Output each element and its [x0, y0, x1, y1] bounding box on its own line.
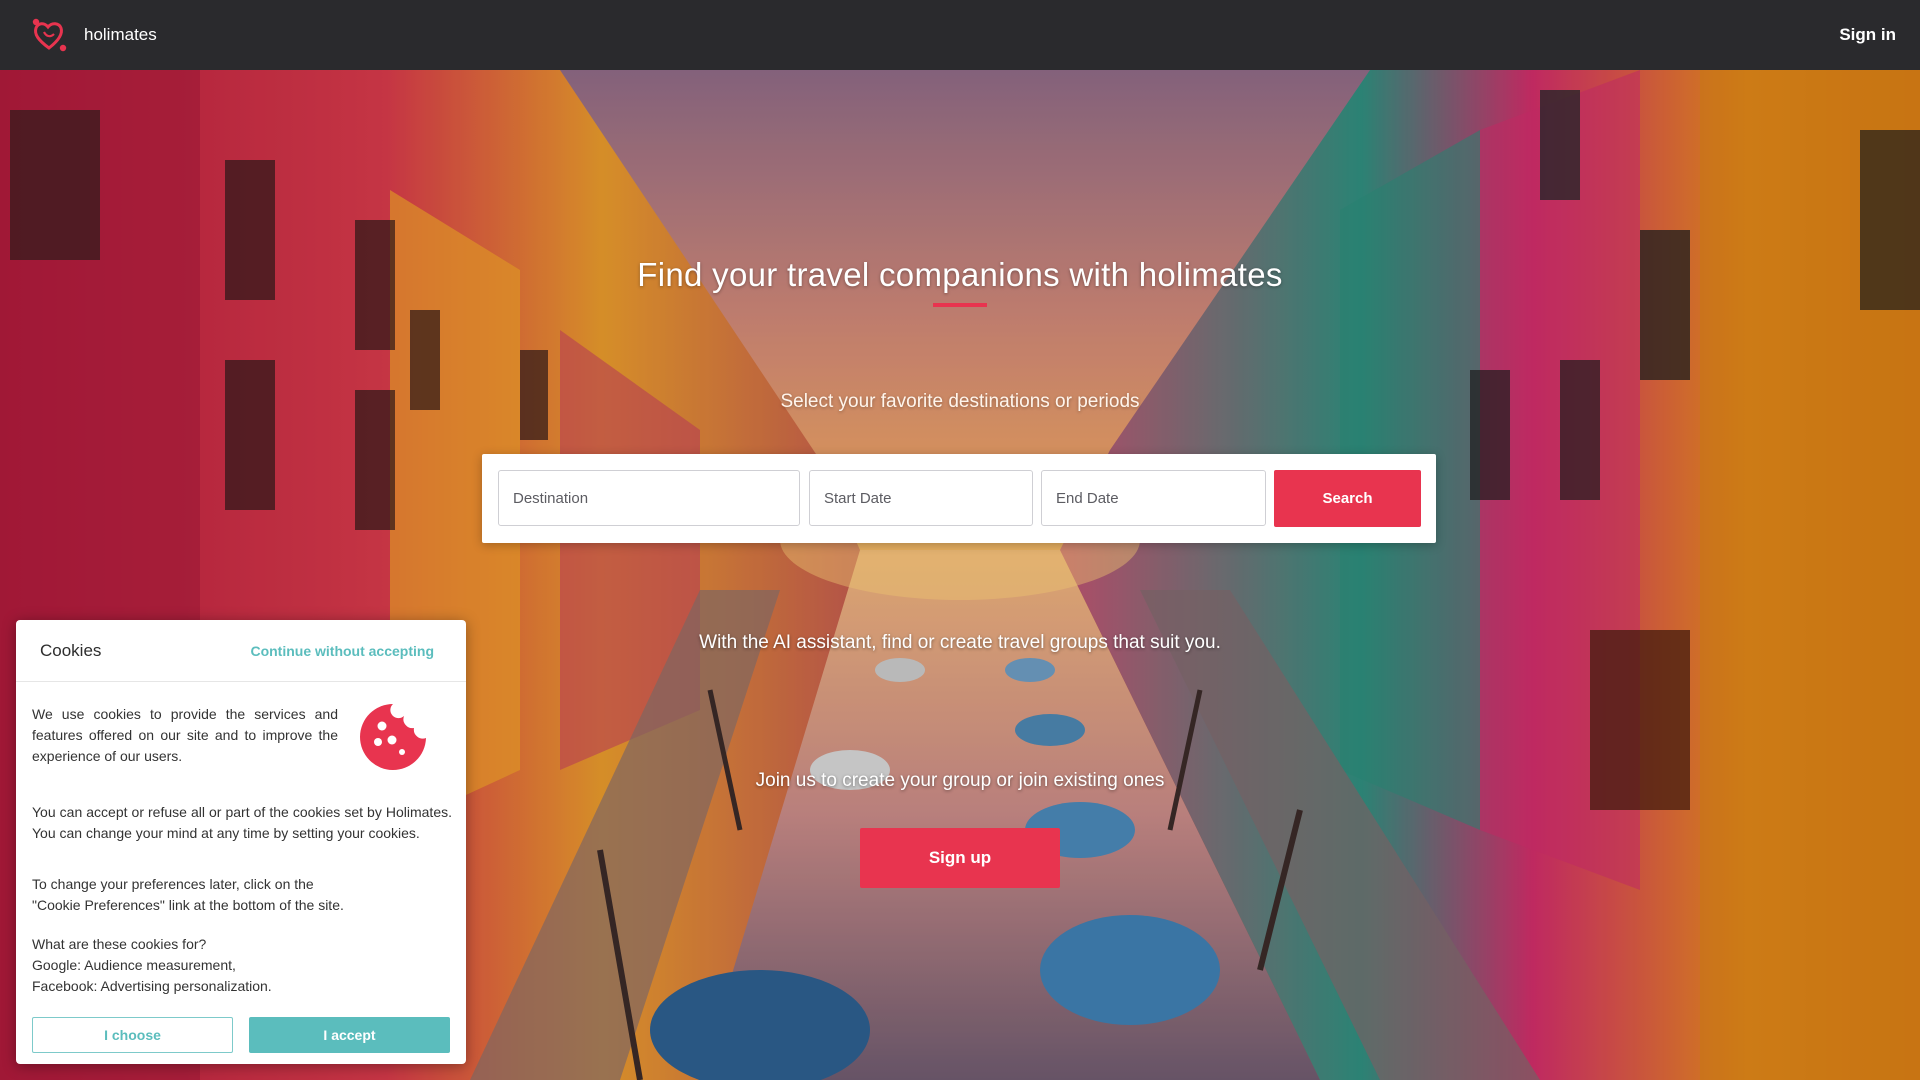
cookie-intro-text: We use cookies to provide the services a…: [32, 706, 338, 764]
cookie-accept-button[interactable]: I accept: [249, 1017, 450, 1053]
end-date-input[interactable]: [1056, 471, 1265, 525]
hero-subtitle: Select your favorite destinations or per…: [780, 391, 1140, 412]
search-button[interactable]: Search: [1274, 470, 1421, 527]
cookie-preferences-line-2: "Cookie Preferences" link at the bottom …: [32, 897, 344, 913]
continue-without-accepting-link[interactable]: Continue without accepting: [250, 643, 434, 659]
holimates-logo-icon: [32, 18, 67, 52]
cookie-choose-button[interactable]: I choose: [32, 1017, 233, 1053]
cookie-consent-panel: Cookies Continue without accepting We us…: [16, 620, 466, 1064]
cookie-purpose-facebook: Facebook: Advertising personalization.: [32, 978, 272, 994]
hero-title: Find your travel companions with holimat…: [637, 256, 1283, 293]
title-underline: [933, 303, 987, 307]
cookie-preferences-line-1: To change your preferences later, click …: [32, 876, 314, 892]
cookie-purposes-heading: What are these cookies for?: [32, 936, 207, 952]
brand-name: holimates: [84, 25, 157, 44]
destination-field[interactable]: [498, 470, 800, 526]
cookie-icon: [360, 704, 426, 770]
cookie-preferences-text: To change your preferences later, click …: [32, 874, 452, 916]
search-form: Search: [482, 454, 1436, 543]
sign-up-button[interactable]: Sign up: [860, 828, 1060, 888]
start-date-field[interactable]: [809, 470, 1033, 526]
cookie-consent-text: You can accept or refuse all or part of …: [32, 804, 452, 841]
top-nav: holimates Sign in: [0, 0, 1920, 70]
cookie-purposes-text: What are these cookies for? Google: Audi…: [32, 934, 452, 997]
brand[interactable]: holimates: [28, 14, 157, 56]
start-date-input[interactable]: [824, 471, 1032, 525]
cookie-title: Cookies: [40, 640, 102, 660]
end-date-field[interactable]: [1041, 470, 1266, 526]
destination-input[interactable]: [513, 471, 799, 525]
sign-in-link[interactable]: Sign in: [1839, 25, 1896, 45]
cookie-header: Cookies Continue without accepting: [16, 620, 466, 682]
cookie-purpose-google: Google: Audience measurement,: [32, 957, 236, 973]
